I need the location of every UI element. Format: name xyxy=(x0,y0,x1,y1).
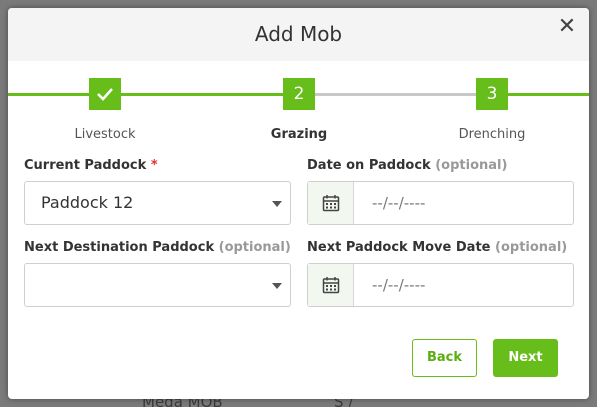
current-paddock-label: Current Paddock * xyxy=(24,158,158,173)
step-1-check-icon[interactable] xyxy=(89,78,121,110)
date-on-paddock-label: Date on Paddock (optional) xyxy=(307,158,508,173)
date-on-paddock-field[interactable]: --/--/---- xyxy=(307,181,574,225)
back-button[interactable]: Back xyxy=(412,339,477,377)
step-pending-line xyxy=(314,93,486,96)
calendar-icon[interactable] xyxy=(308,182,354,224)
close-icon[interactable]: ✕ xyxy=(557,16,577,38)
next-move-date-field[interactable]: --/--/---- xyxy=(307,263,574,307)
step-2-label: Grazing xyxy=(270,127,328,142)
next-button[interactable]: Next xyxy=(493,339,558,377)
stepper: 2 3 Livestock Grazing Drenching xyxy=(8,76,589,146)
add-mob-modal: Add Mob ✕ 2 3 Livestock Grazing Drenchin… xyxy=(8,8,589,399)
required-mark: * xyxy=(150,158,158,173)
step-3-box[interactable]: 3 xyxy=(476,78,508,110)
modal-title: Add Mob xyxy=(254,22,343,46)
chevron-down-icon xyxy=(272,201,282,207)
step-2-box[interactable]: 2 xyxy=(283,78,315,110)
step-progress-line xyxy=(8,93,298,96)
next-destination-label: Next Destination Paddock (optional) xyxy=(24,240,291,255)
modal-header: Add Mob ✕ xyxy=(8,8,589,61)
chevron-down-icon xyxy=(272,283,282,289)
calendar-icon[interactable] xyxy=(308,264,354,306)
step-3-label: Drenching xyxy=(458,127,526,142)
next-move-date-label: Next Paddock Move Date (optional) xyxy=(307,240,568,255)
date-on-paddock-value: --/--/---- xyxy=(372,194,426,212)
next-destination-select[interactable] xyxy=(24,263,291,307)
current-paddock-select[interactable]: Paddock 12 xyxy=(24,181,291,225)
step-trailing-line xyxy=(508,93,589,96)
step-1-label: Livestock xyxy=(74,127,136,142)
current-paddock-value: Paddock 12 xyxy=(41,193,134,212)
next-move-date-value: --/--/---- xyxy=(372,276,426,294)
